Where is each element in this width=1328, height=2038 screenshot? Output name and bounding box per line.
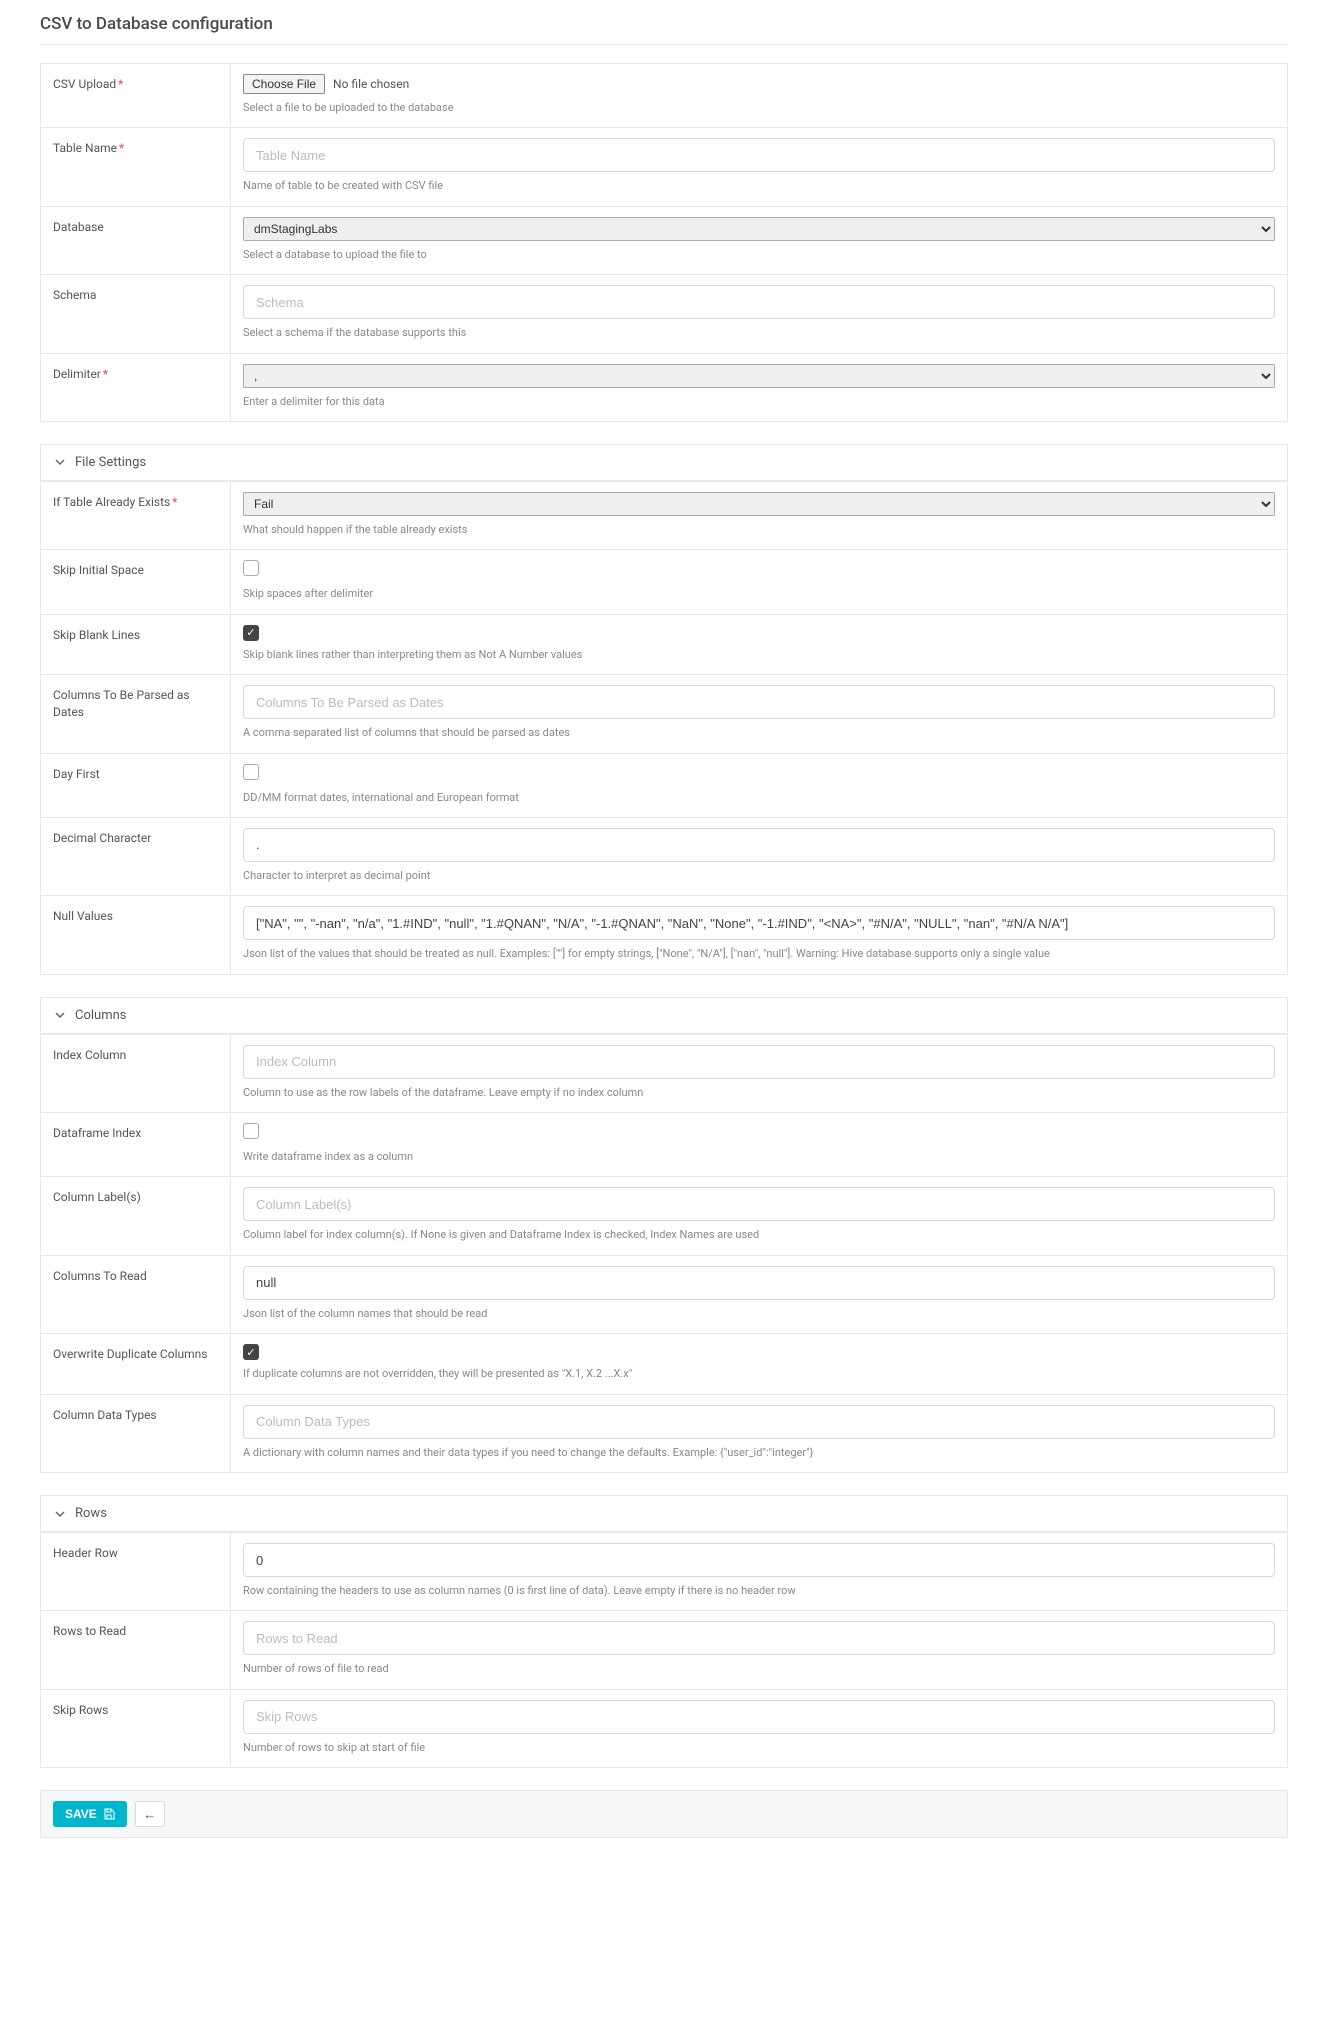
help-delimiter: Enter a delimiter for this data: [243, 394, 1275, 409]
delimiter-select[interactable]: ,: [243, 364, 1275, 388]
decimal-input[interactable]: [243, 828, 1275, 862]
help-rows-to-read: Number of rows of file to read: [243, 1661, 1275, 1676]
parse-dates-input[interactable]: [243, 685, 1275, 719]
label-database: Database: [41, 207, 231, 274]
help-skip-rows: Number of rows to skip at start of file: [243, 1740, 1275, 1755]
label-if-exists: If Table Already Exists*: [41, 482, 231, 549]
overwrite-dup-checkbox[interactable]: [243, 1344, 259, 1360]
schema-input[interactable]: [243, 285, 1275, 319]
if-exists-select[interactable]: Fail: [243, 492, 1275, 516]
panel-file-settings: File Settings If Table Already Exists* F…: [40, 444, 1288, 975]
help-database: Select a database to upload the file to: [243, 247, 1275, 262]
help-decimal: Character to interpret as decimal point: [243, 868, 1275, 883]
header-row-input[interactable]: [243, 1543, 1275, 1577]
help-skip-blank-lines: Skip blank lines rather than interpretin…: [243, 647, 1275, 662]
column-labels-input[interactable]: [243, 1187, 1275, 1221]
help-csv-upload: Select a file to be uploaded to the data…: [243, 100, 1275, 115]
panel-main: CSV Upload* Choose File No file chosen S…: [40, 63, 1288, 422]
help-overwrite-dup: If duplicate columns are not overridden,…: [243, 1366, 1275, 1381]
arrow-left-icon: ←: [143, 1807, 156, 1822]
help-column-dtypes: A dictionary with column names and their…: [243, 1445, 1275, 1460]
label-skip-rows: Skip Rows: [41, 1690, 231, 1767]
help-day-first: DD/MM format dates, international and Eu…: [243, 790, 1275, 805]
label-column-dtypes: Column Data Types: [41, 1395, 231, 1472]
label-parse-dates: Columns To Be Parsed as Dates: [41, 675, 231, 752]
help-columns-to-read: Json list of the column names that shoul…: [243, 1306, 1275, 1321]
chevron-down-icon: [55, 1509, 65, 1519]
help-schema: Select a schema if the database supports…: [243, 325, 1275, 340]
label-index-column: Index Column: [41, 1035, 231, 1112]
label-null-values: Null Values: [41, 896, 231, 973]
day-first-checkbox[interactable]: [243, 764, 259, 780]
footer: SAVE ←: [40, 1790, 1288, 1838]
file-status: No file chosen: [333, 77, 409, 91]
help-index-column: Column to use as the row labels of the d…: [243, 1085, 1275, 1100]
help-header-row: Row containing the headers to use as col…: [243, 1583, 1275, 1598]
skip-rows-input[interactable]: [243, 1700, 1275, 1734]
label-skip-initial-space: Skip Initial Space: [41, 550, 231, 613]
skip-blank-lines-checkbox[interactable]: [243, 625, 259, 641]
label-rows-to-read: Rows to Read: [41, 1611, 231, 1688]
help-null-values: Json list of the values that should be t…: [243, 946, 1275, 961]
panel-columns: Columns Index Column Column to use as th…: [40, 997, 1288, 1473]
help-dataframe-index: Write dataframe index as a column: [243, 1149, 1275, 1164]
database-select[interactable]: dmStagingLabs: [243, 217, 1275, 241]
save-button[interactable]: SAVE: [53, 1801, 127, 1827]
help-skip-initial-space: Skip spaces after delimiter: [243, 586, 1275, 601]
table-name-input[interactable]: [243, 138, 1275, 172]
columns-to-read-input[interactable]: [243, 1266, 1275, 1300]
help-table-name: Name of table to be created with CSV fil…: [243, 178, 1275, 193]
dataframe-index-checkbox[interactable]: [243, 1123, 259, 1139]
back-button[interactable]: ←: [135, 1801, 165, 1827]
page-title: CSV to Database configuration: [40, 0, 1288, 45]
chevron-down-icon: [55, 457, 65, 467]
section-header-file-settings[interactable]: File Settings: [41, 445, 1287, 481]
label-columns-to-read: Columns To Read: [41, 1256, 231, 1333]
label-overwrite-dup: Overwrite Duplicate Columns: [41, 1334, 231, 1393]
label-delimiter: Delimiter*: [41, 354, 231, 421]
label-decimal: Decimal Character: [41, 818, 231, 895]
section-header-rows[interactable]: Rows: [41, 1496, 1287, 1532]
column-dtypes-input[interactable]: [243, 1405, 1275, 1439]
label-csv-upload: CSV Upload*: [41, 64, 231, 127]
rows-to-read-input[interactable]: [243, 1621, 1275, 1655]
panel-rows: Rows Header Row Row containing the heade…: [40, 1495, 1288, 1768]
skip-initial-space-checkbox[interactable]: [243, 560, 259, 576]
choose-file-button[interactable]: Choose File: [243, 74, 325, 94]
label-column-labels: Column Label(s): [41, 1177, 231, 1254]
label-table-name: Table Name*: [41, 128, 231, 205]
help-parse-dates: A comma separated list of columns that s…: [243, 725, 1275, 740]
label-header-row: Header Row: [41, 1533, 231, 1610]
help-if-exists: What should happen if the table already …: [243, 522, 1275, 537]
section-header-columns[interactable]: Columns: [41, 998, 1287, 1034]
save-icon: [103, 1808, 115, 1820]
label-skip-blank-lines: Skip Blank Lines: [41, 615, 231, 674]
null-values-input[interactable]: [243, 906, 1275, 940]
help-column-labels: Column label for index column(s). If Non…: [243, 1227, 1275, 1242]
index-column-input[interactable]: [243, 1045, 1275, 1079]
chevron-down-icon: [55, 1010, 65, 1020]
label-schema: Schema: [41, 275, 231, 352]
label-dataframe-index: Dataframe Index: [41, 1113, 231, 1176]
label-day-first: Day First: [41, 754, 231, 817]
